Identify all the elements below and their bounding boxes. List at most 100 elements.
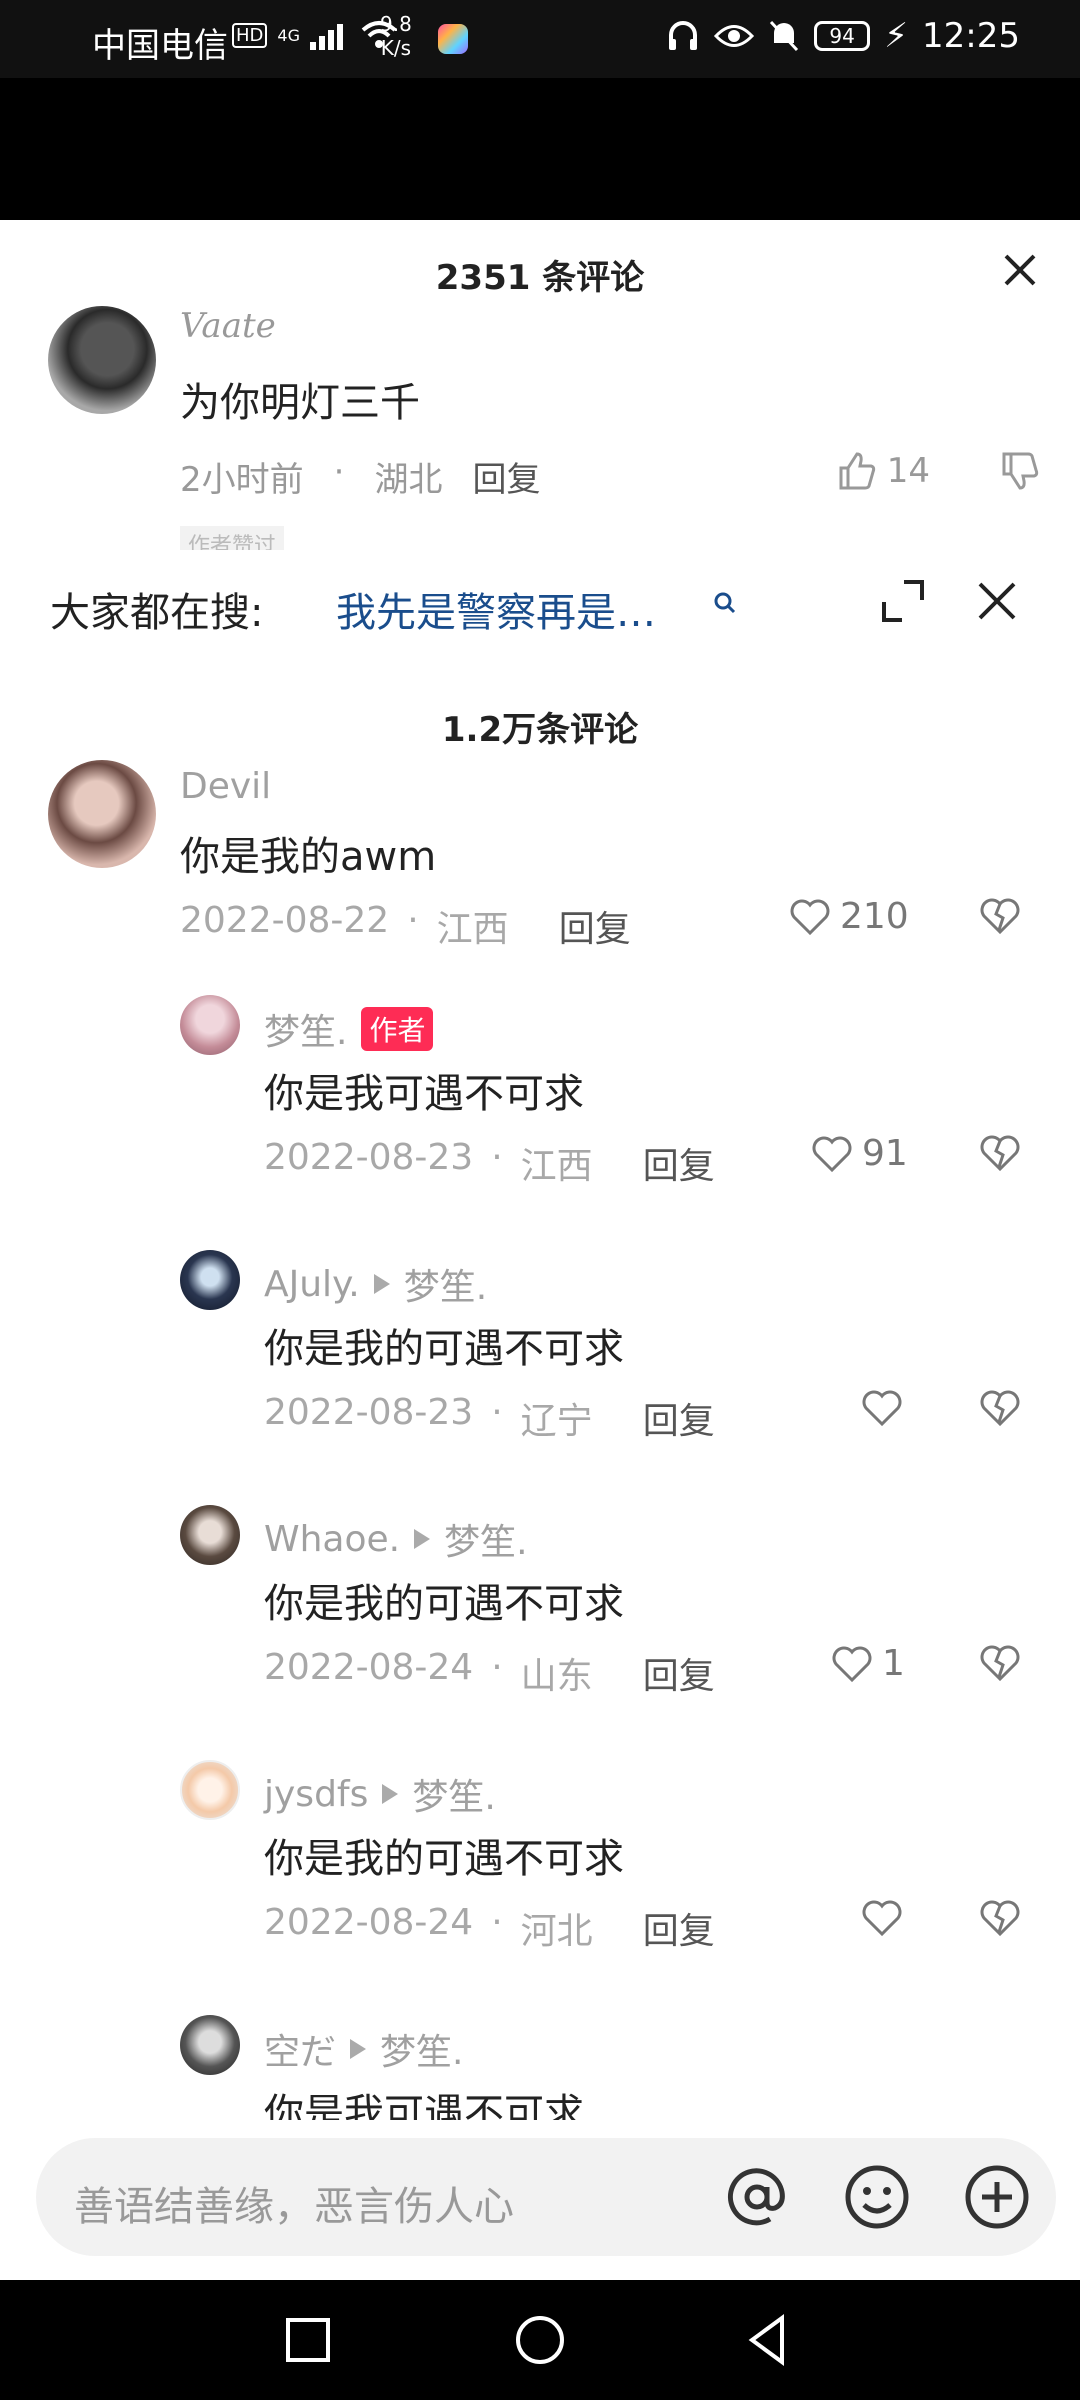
reply-to-username[interactable]: 梦笙. [412, 1768, 495, 1820]
like-count: 210 [840, 896, 909, 937]
reply-to-username[interactable]: 梦笙. [404, 1258, 487, 1310]
avatar[interactable] [48, 760, 156, 868]
close-icon[interactable] [1000, 250, 1040, 290]
close-icon[interactable] [974, 578, 1020, 624]
like-button[interactable] [860, 1898, 912, 1938]
avatar[interactable] [180, 995, 240, 1055]
app-notification-icon [438, 24, 468, 54]
comments-sheet: 大家都在搜: 我先是警察再是… 1.2万条评论 Devil 你是我的awm 20… [0, 550, 1080, 2280]
like-button[interactable]: 210 [788, 896, 909, 937]
add-icon[interactable] [962, 2162, 1032, 2232]
heart-icon [812, 1136, 852, 1172]
avatar[interactable] [48, 306, 156, 414]
comment-username[interactable]: Devil [180, 766, 271, 807]
speed-value: 9.8 [380, 12, 412, 36]
comment-username[interactable]: AJuly. 梦笙. [264, 1258, 487, 1310]
expand-icon[interactable] [880, 578, 926, 624]
broken-heart-icon[interactable] [978, 1388, 1022, 1428]
comment-username[interactable]: Whaoe. 梦笙. [264, 1513, 528, 1565]
comment-meta: 2022-08-23 · 辽宁 回复 [264, 1392, 715, 1444]
reply-to-username[interactable]: 梦笙. [444, 1513, 527, 1565]
heart-icon [862, 1390, 902, 1427]
network-icons: HD 4G [232, 20, 398, 50]
separator: · [491, 1137, 503, 1178]
broken-heart-icon[interactable] [978, 896, 1022, 936]
battery-level: 94 [829, 24, 855, 48]
reply-item: 空だ 梦笙. 你是我可遇不可求 [0, 2015, 1080, 2120]
comment-date: 2022-08-23 [264, 1137, 474, 1178]
like-button[interactable]: 1 [830, 1643, 905, 1684]
comment-location: 江西 [520, 1146, 593, 1187]
reply-arrow-icon [382, 1784, 399, 1804]
separator: · [333, 452, 345, 492]
separator: · [491, 1647, 503, 1688]
comment-text: 你是我可遇不可求 [264, 1071, 584, 1117]
trending-search-bar: 大家都在搜: 我先是警察再是… [0, 550, 1080, 670]
comment-username[interactable]: jysdfs 梦笙. [264, 1768, 496, 1820]
comment-username[interactable]: Vaate [180, 306, 276, 346]
network-speed: 9.8 K/s [380, 12, 412, 60]
signal-icon [309, 24, 343, 50]
home-icon[interactable] [510, 2310, 570, 2370]
comment-location: 河北 [520, 1911, 593, 1952]
reply-button[interactable]: 回复 [643, 1902, 715, 1954]
username-text: Whaoe. [264, 1518, 401, 1560]
comment-text: 你是我可遇不可求 [264, 2091, 584, 2120]
like-button[interactable]: 91 [810, 1133, 908, 1174]
recent-apps-icon[interactable] [278, 2310, 338, 2370]
heart-icon [790, 899, 830, 935]
separator: · [491, 1902, 503, 1943]
comment-location: 辽宁 [520, 1401, 593, 1442]
back-icon[interactable] [738, 2310, 798, 2370]
thumbs-up-icon [839, 452, 875, 490]
reply-button[interactable]: 回复 [643, 1137, 715, 1189]
comment-text: 为你明灯三千 [180, 380, 420, 426]
username-text: Devil [180, 766, 272, 807]
avatar[interactable] [180, 1760, 240, 1820]
status-right: 94 ⚡ 12:25 [666, 16, 1020, 56]
reply-arrow-icon [414, 1529, 431, 1549]
heart-icon [862, 1900, 902, 1937]
comment-location: 湖北 [374, 460, 443, 500]
broken-heart-icon[interactable] [978, 1133, 1022, 1173]
comment-meta: 2022-08-22 · 江西 回复 [180, 900, 631, 952]
reply-item: 梦笙. 作者 你是我可遇不可求 2022-08-23 · 江西 回复 91 [0, 995, 1080, 1235]
like-count: 14 [886, 451, 930, 491]
avatar[interactable] [180, 1505, 240, 1565]
comment-meta: 2022-08-24 · 河北 回复 [264, 1902, 715, 1954]
emoji-icon[interactable] [842, 2162, 912, 2232]
separator: · [407, 900, 419, 941]
like-button[interactable] [860, 1388, 912, 1428]
comment-location: 山东 [520, 1656, 593, 1697]
reply-button[interactable]: 回复 [472, 452, 540, 501]
comment-date: 2022-08-24 [264, 1647, 474, 1688]
reply-button[interactable]: 回复 [643, 1392, 715, 1444]
headphones-icon [669, 21, 698, 50]
eye-icon [714, 25, 755, 47]
comment-date: 2022-08-22 [180, 900, 390, 941]
comment-count: 2351 条评论 [435, 258, 645, 298]
username-text: jysdfs [264, 1773, 369, 1815]
comment-location: 江西 [436, 909, 509, 950]
charging-icon: ⚡ [884, 16, 909, 56]
comment-username[interactable]: 梦笙. 作者 [264, 1003, 434, 1055]
comment-username[interactable]: 空だ 梦笙. [264, 2023, 463, 2075]
like-button[interactable]: 14 [835, 450, 930, 492]
avatar[interactable] [180, 1250, 240, 1310]
broken-heart-icon[interactable] [978, 1898, 1022, 1938]
comment-input[interactable]: 善语结善缘，恶言伤人心 [36, 2138, 1056, 2256]
reply-item: Whaoe. 梦笙. 你是我的可遇不可求 2022-08-24 · 山东 回复 … [0, 1505, 1080, 1745]
reply-button[interactable]: 回复 [559, 900, 631, 952]
reply-button[interactable]: 回复 [643, 1647, 715, 1699]
comment-text: 你是我的可遇不可求 [264, 1581, 624, 1627]
search-icon[interactable] [712, 590, 738, 616]
broken-heart-icon[interactable] [978, 1643, 1022, 1683]
comment-item: Devil 你是我的awm 2022-08-22 · 江西 回复 210 [0, 760, 1080, 1000]
username-text: AJuly. [264, 1263, 360, 1305]
comment-meta: 2022-08-24 · 山东 回复 [264, 1647, 715, 1699]
thumbs-down-icon[interactable] [998, 450, 1040, 492]
at-mention-icon[interactable] [722, 2162, 792, 2232]
avatar[interactable] [180, 2015, 240, 2075]
reply-to-username[interactable]: 梦笙. [380, 2023, 463, 2075]
trending-query-link[interactable]: 我先是警察再是… [336, 580, 656, 638]
